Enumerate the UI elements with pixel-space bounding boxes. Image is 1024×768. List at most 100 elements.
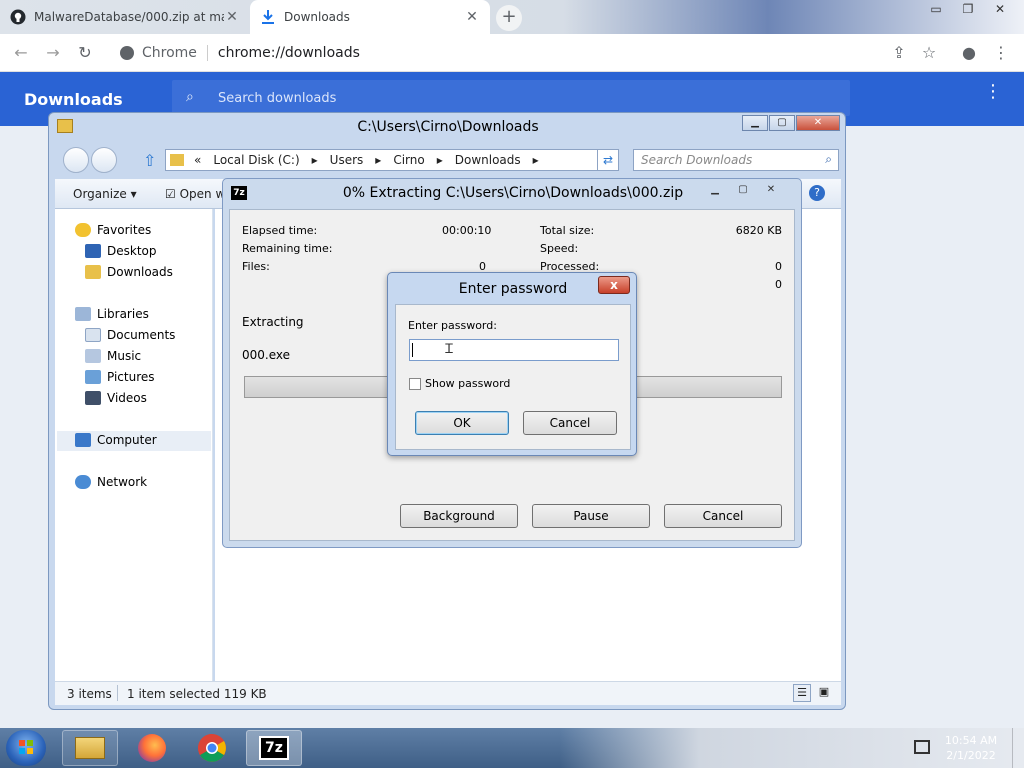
explorer-title: C:\Users\Cirno\Downloads (357, 119, 539, 135)
url-text: chrome://downloads (217, 45, 360, 61)
close-icon[interactable]: ✕ (757, 182, 785, 198)
forward-icon[interactable] (91, 147, 117, 173)
7zip-icon: 7z (259, 736, 289, 760)
close-icon[interactable]: ✕ (984, 0, 1016, 20)
pause-button[interactable]: Pause (532, 504, 650, 528)
minimize-icon[interactable]: ▁ (742, 115, 768, 131)
elapsed-time-label: Elapsed time: (242, 224, 318, 237)
search-icon: ⌕ (186, 89, 194, 105)
files-label: Files: (242, 260, 270, 273)
chevron-right-icon[interactable]: ▸ (369, 153, 387, 167)
password-input[interactable] (409, 339, 619, 361)
current-file: 000.exe (242, 348, 291, 362)
search-downloads-explorer-input[interactable]: Search Downloads ⌕ (633, 149, 839, 171)
nav-item-downloads[interactable]: Downloads (85, 265, 173, 279)
maximize-icon[interactable]: ▢ (729, 182, 757, 198)
ok-button[interactable]: OK (415, 411, 509, 435)
password-field-label: Enter password: (408, 319, 497, 332)
background-button[interactable]: Background (400, 504, 518, 528)
help-icon[interactable]: ? (809, 185, 825, 201)
nav-item-favorites[interactable]: Favorites (75, 223, 151, 237)
back-icon[interactable] (63, 147, 89, 173)
profile-icon[interactable]: ● (958, 42, 980, 64)
remaining-time-label: Remaining time: (242, 242, 333, 255)
cancel-button[interactable]: Cancel (523, 411, 617, 435)
star-icon[interactable]: ☆ (918, 42, 940, 64)
star-icon (75, 223, 91, 237)
restore-icon[interactable]: ❐ (952, 0, 984, 20)
nav-item-pictures[interactable]: Pictures (85, 370, 155, 384)
taskbar: 7z 10:54 AM 2/1/2022 (0, 728, 1024, 768)
forward-icon[interactable]: → (42, 42, 64, 64)
nav-label: Libraries (97, 307, 149, 321)
nav-label: Network (97, 475, 148, 489)
nav-item-videos[interactable]: Videos (85, 391, 147, 405)
more-actions-icon[interactable]: ⋮ (984, 83, 1002, 101)
explorer-address-bar[interactable]: « Local Disk (C:) ▸ Users ▸ Cirno ▸ Down… (165, 149, 611, 171)
nav-label: Documents (107, 328, 176, 342)
nav-item-music[interactable]: Music (85, 349, 141, 363)
maximize-icon[interactable]: ▢ (769, 115, 795, 131)
chevron-right-icon[interactable]: ▸ (306, 153, 324, 167)
chevron-right-icon[interactable]: ▸ (431, 153, 449, 167)
nav-item-documents[interactable]: Documents (85, 328, 175, 342)
taskbar-firefox[interactable] (124, 730, 180, 766)
up-arrow-icon[interactable]: ⇧ (143, 151, 156, 170)
close-dialog-button[interactable]: x (598, 276, 630, 294)
network-icon (75, 475, 91, 489)
close-icon[interactable]: ✕ (796, 115, 840, 131)
breadcrumb-cirno[interactable]: Cirno (387, 153, 430, 167)
taskbar-7zip[interactable]: 7z (246, 730, 302, 766)
open-icon: ☑ (165, 187, 180, 201)
page-title: Downloads (24, 90, 123, 109)
refresh-icon[interactable]: ⇄ (597, 149, 619, 171)
taskbar-chrome[interactable] (184, 730, 240, 766)
new-tab-button[interactable]: + (496, 5, 522, 31)
cancel-extraction-button[interactable]: Cancel (664, 504, 782, 528)
nav-item-libraries[interactable]: Libraries (75, 307, 149, 321)
nav-item-desktop[interactable]: Desktop (85, 244, 157, 258)
taskbar-file-explorer[interactable] (62, 730, 118, 766)
desktop-icon (85, 244, 101, 258)
tab-downloads[interactable]: Downloads ✕ (250, 0, 490, 34)
chevron-right-icon[interactable]: ▸ (527, 153, 545, 167)
tab-malware-database[interactable]: MalwareDatabase/000.zip at ma ✕ (0, 0, 250, 34)
nav-label: Videos (107, 391, 147, 405)
open-with-button[interactable]: ☑ Open w (165, 187, 225, 201)
windows-logo-icon (19, 740, 33, 754)
sevenzip-window-controls: ▁ ▢ ✕ (701, 182, 785, 198)
share-icon[interactable]: ⇪ (888, 42, 910, 64)
taskbar-clock[interactable]: 10:54 AM 2/1/2022 (942, 733, 1000, 763)
tab-title: Downloads (284, 10, 350, 24)
details-view-icon[interactable]: ☰ (793, 684, 811, 702)
open-with-label: Open w (179, 187, 226, 201)
breadcrumb-local-disk[interactable]: Local Disk (C:) (207, 153, 305, 167)
navigation-pane: Favorites Desktop Downloads Libraries Do… (55, 209, 213, 681)
organize-button[interactable]: Organize ▾ (73, 187, 137, 201)
speed-label: Speed: (540, 242, 579, 255)
minimize-icon[interactable]: ▁ (701, 182, 729, 198)
breadcrumb-downloads[interactable]: Downloads (449, 153, 527, 167)
search-downloads-input[interactable]: ⌕ Search downloads (172, 80, 850, 116)
minimize-icon[interactable]: ▭ (920, 0, 952, 20)
back-icon[interactable]: ← (10, 42, 32, 64)
address-bar[interactable]: Chrome chrome://downloads (110, 38, 950, 68)
divider (206, 45, 208, 61)
total-size-value: 6820 KB (735, 224, 782, 237)
music-icon (85, 349, 101, 363)
nav-item-network[interactable]: Network (75, 475, 147, 489)
show-desktop-button[interactable] (1012, 728, 1024, 768)
compressed-value: 0 (775, 278, 782, 291)
breadcrumb-users[interactable]: Users (324, 153, 370, 167)
reload-icon[interactable]: ↻ (74, 42, 96, 64)
breadcrumb-back[interactable]: « (188, 153, 207, 167)
close-tab-icon[interactable]: ✕ (224, 9, 240, 25)
close-tab-icon[interactable]: ✕ (464, 9, 480, 25)
start-button[interactable] (6, 730, 46, 766)
show-password-label[interactable]: Show password (425, 377, 510, 390)
preview-view-icon[interactable]: ▣ (815, 684, 833, 702)
nav-item-computer[interactable]: Computer (75, 433, 157, 447)
network-tray-icon[interactable] (914, 740, 930, 754)
show-password-checkbox[interactable] (409, 378, 421, 390)
menu-icon[interactable]: ⋮ (990, 42, 1012, 64)
